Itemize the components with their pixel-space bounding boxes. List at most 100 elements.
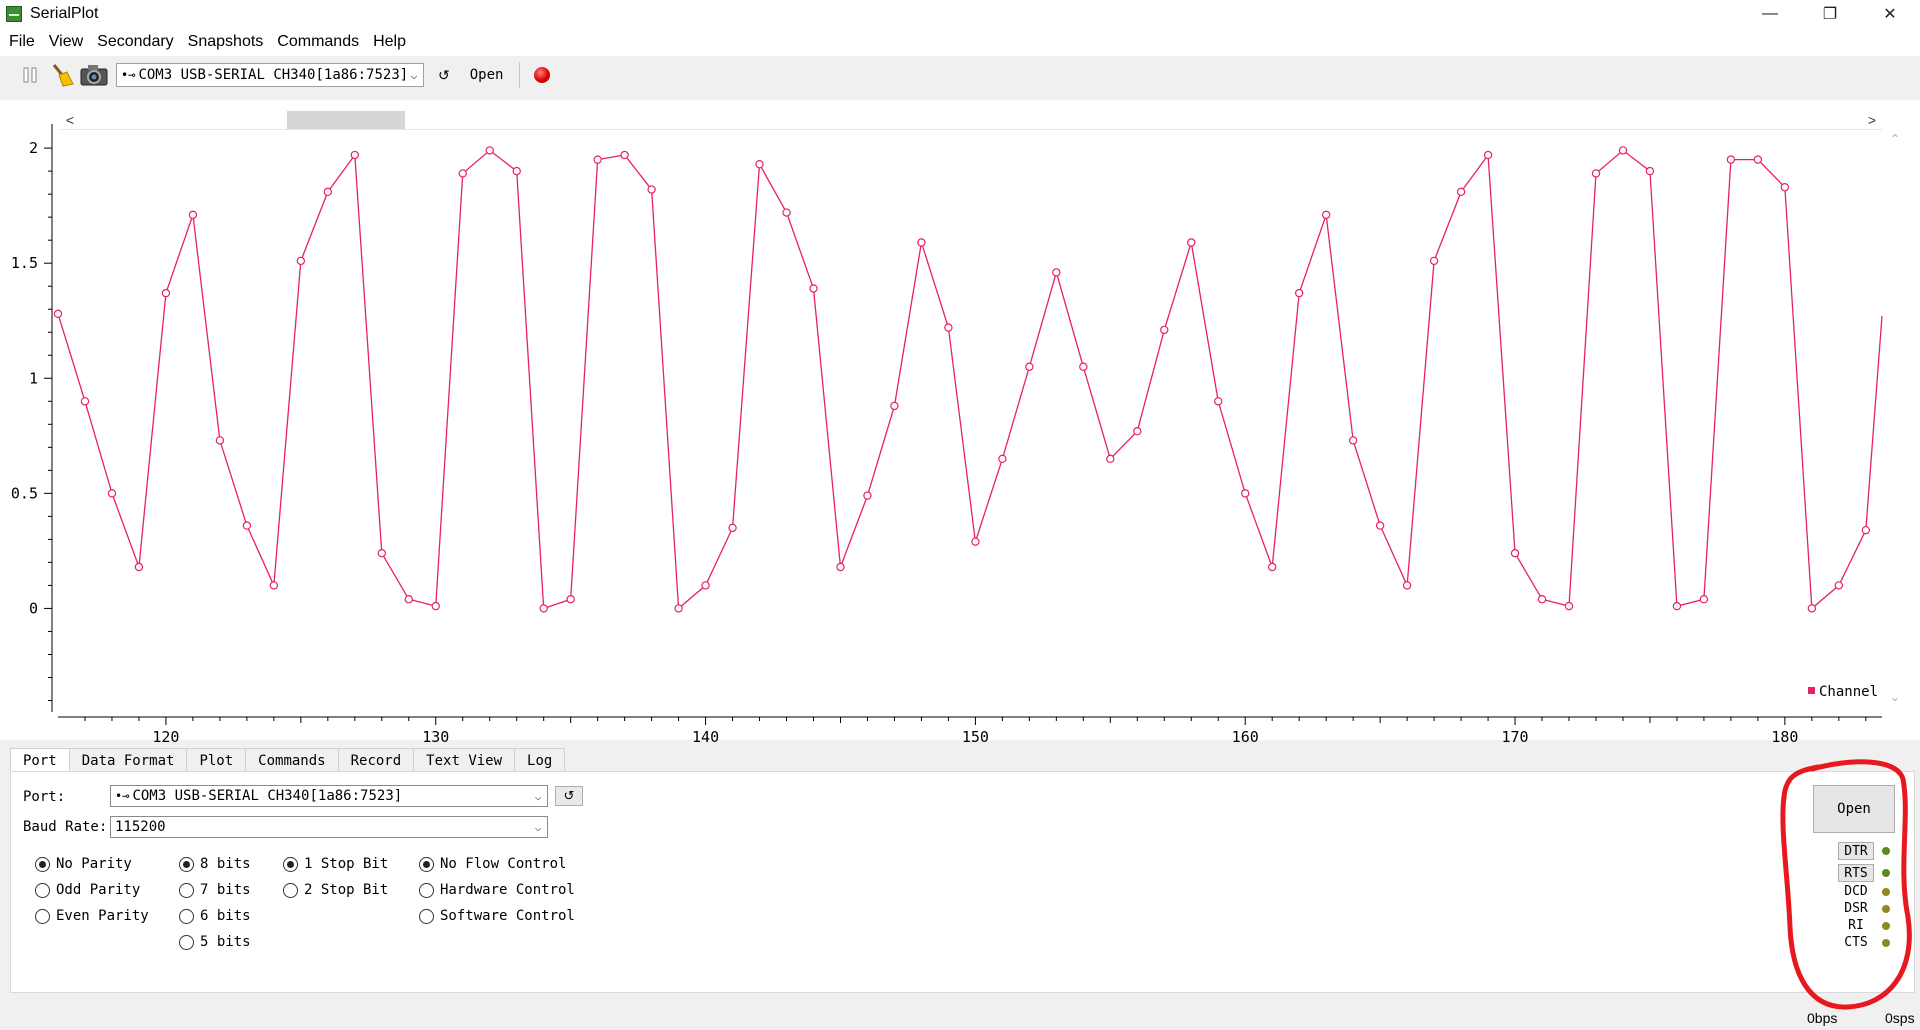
- radio-no-parity[interactable]: No Parity: [35, 856, 132, 872]
- data-point: [1268, 562, 1277, 572]
- data-point: [944, 323, 953, 332]
- menu-snapshots[interactable]: Snapshots: [181, 33, 271, 51]
- tab-commands[interactable]: Commands: [245, 748, 339, 772]
- refresh-ports-button[interactable]: ↺: [555, 786, 583, 806]
- radio-odd-parity[interactable]: Odd Parity: [35, 882, 140, 898]
- data-point: [80, 397, 90, 406]
- menu-secondary[interactable]: Secondary: [90, 33, 181, 51]
- data-point: [782, 208, 791, 217]
- data-point: [1834, 581, 1844, 590]
- port-label: Port:: [23, 789, 66, 805]
- data-point: [1025, 362, 1034, 371]
- data-point: [53, 309, 63, 319]
- radio-hardware-control[interactable]: Hardware Control: [419, 882, 575, 898]
- data-point: [269, 581, 279, 590]
- data-point: [1645, 166, 1655, 176]
- radio-7-bits[interactable]: 7 bits: [179, 882, 251, 898]
- data-point: [1052, 268, 1061, 277]
- y-tick-label: 0: [29, 599, 38, 617]
- data-point: [890, 401, 899, 411]
- data-point: [1537, 595, 1547, 604]
- chevron-down-icon: ⌵: [534, 820, 542, 834]
- radio-indicator: [419, 908, 434, 924]
- toolbar-refresh-button[interactable]: ↺: [432, 67, 456, 84]
- tab-log[interactable]: Log: [514, 748, 566, 772]
- data-point: [1375, 521, 1385, 530]
- tab-port[interactable]: Port: [10, 748, 70, 773]
- radio-even-parity[interactable]: Even Parity: [35, 908, 149, 924]
- data-point: [1861, 525, 1871, 535]
- radio-2-stop-bit[interactable]: 2 Stop Bit: [283, 882, 388, 898]
- camera-icon[interactable]: [80, 61, 108, 89]
- tab-data-format[interactable]: Data Format: [68, 748, 188, 772]
- x-tick-label: 170: [1501, 728, 1528, 746]
- data-point: [998, 454, 1007, 464]
- menu-view[interactable]: View: [42, 33, 90, 51]
- data-point: [1591, 169, 1601, 178]
- tab-plot[interactable]: Plot: [186, 748, 247, 772]
- maximize-button[interactable]: ❐: [1800, 0, 1860, 28]
- pause-icon[interactable]: [16, 61, 44, 89]
- data-point: [1106, 454, 1115, 464]
- tab-record[interactable]: Record: [337, 748, 415, 772]
- toolbar-open-button[interactable]: Open: [464, 67, 510, 83]
- menu-commands[interactable]: Commands: [270, 33, 366, 51]
- data-point: [350, 150, 360, 160]
- menu-help[interactable]: Help: [366, 33, 413, 51]
- radio-1-stop-bit[interactable]: 1 Stop Bit: [283, 856, 388, 872]
- data-point: [647, 185, 656, 194]
- port-select-value: COM3 USB-SERIAL CH340[1a86:7523]: [132, 788, 403, 804]
- radio-indicator: [419, 882, 434, 898]
- radio-indicator: [179, 856, 194, 872]
- baud-rate-select[interactable]: 115200 ⌵: [110, 816, 548, 838]
- toolbar-port-select[interactable]: •⊸ COM3 USB-SERIAL CH340[1a86:7523] ⌵: [116, 63, 424, 87]
- data-point: [1510, 548, 1520, 558]
- data-point: [539, 604, 548, 613]
- radio-5-bits[interactable]: 5 bits: [179, 934, 251, 950]
- data-point: [1618, 146, 1628, 155]
- radio-no-flow-control[interactable]: No Flow Control: [419, 856, 566, 872]
- data-point: [1726, 155, 1736, 164]
- y-tick-label: 0.5: [11, 484, 38, 502]
- red-annotation-circle: [1780, 759, 1912, 1010]
- port-select[interactable]: •⊸ COM3 USB-SERIAL CH340[1a86:7523] ⌵: [110, 785, 548, 807]
- radio-8-bits[interactable]: 8 bits: [179, 856, 251, 872]
- data-point: [836, 562, 845, 572]
- radio-indicator: [179, 934, 194, 950]
- radio-software-control[interactable]: Software Control: [419, 908, 575, 924]
- chevron-down-icon: ⌵: [534, 789, 542, 803]
- data-point: [1133, 427, 1142, 436]
- data-point: [917, 238, 926, 247]
- data-point: [674, 604, 683, 613]
- tab-text-view[interactable]: Text View: [413, 748, 516, 772]
- x-tick-label: 160: [1232, 728, 1259, 746]
- data-point: [809, 284, 818, 293]
- data-point: [1160, 325, 1169, 335]
- radio-6-bits[interactable]: 6 bits: [179, 908, 251, 924]
- menu-bar: File View Secondary Snapshots Commands H…: [0, 28, 1920, 56]
- data-point: [1780, 183, 1790, 192]
- legend-swatch: [1808, 687, 1815, 694]
- clear-broom-icon[interactable]: [48, 61, 76, 89]
- menu-file[interactable]: File: [2, 33, 42, 51]
- record-icon[interactable]: [534, 67, 551, 83]
- radio-indicator: [283, 882, 298, 898]
- data-point: [296, 256, 306, 266]
- chevron-down-icon: ⌵: [410, 68, 418, 82]
- minimize-button[interactable]: —: [1740, 0, 1800, 28]
- toolbar: •⊸ COM3 USB-SERIAL CH340[1a86:7523] ⌵ ↺ …: [0, 56, 1920, 94]
- radio-indicator: [35, 882, 50, 898]
- data-point: [971, 537, 980, 546]
- data-point: [215, 436, 225, 445]
- baud-rate-label: Baud Rate:: [23, 819, 108, 835]
- data-point: [1456, 187, 1466, 197]
- y-tick-label: 2: [29, 139, 38, 157]
- data-point: [620, 150, 629, 160]
- data-point: [161, 288, 171, 298]
- radio-indicator: [283, 856, 298, 872]
- baud-rate-value: 115200: [115, 819, 166, 835]
- x-tick-label: 180: [1771, 728, 1798, 746]
- close-button[interactable]: ✕: [1860, 0, 1920, 28]
- data-point: [1483, 150, 1493, 160]
- radio-indicator: [419, 856, 434, 872]
